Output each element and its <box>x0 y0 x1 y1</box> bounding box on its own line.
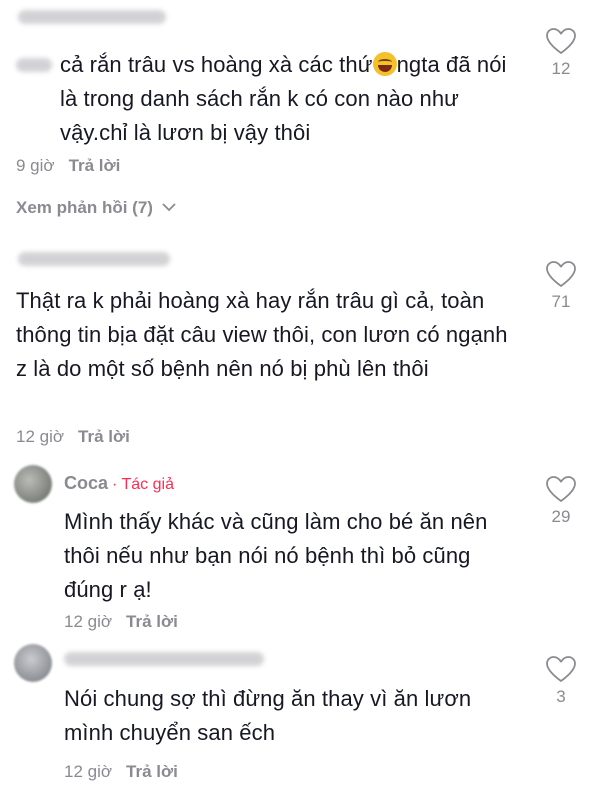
heart-icon <box>546 28 576 54</box>
reply-meta: 12 giờ Trả lời <box>64 612 178 632</box>
reply-button[interactable]: Trả lời <box>126 612 178 631</box>
like-button[interactable]: 12 <box>541 28 581 79</box>
reply-username[interactable]: Coca · Tác giả <box>64 473 174 494</box>
chevron-down-icon <box>162 203 176 212</box>
laughing-emoji-icon <box>372 52 397 76</box>
heart-icon <box>546 261 576 287</box>
reply-text: Mình thấy khác và cũng làm cho bé ăn nên… <box>64 509 488 602</box>
comment-text: Thật ra k phải hoàng xà hay rắn trâu gì … <box>16 288 508 381</box>
reply-time: 12 giờ <box>64 762 113 781</box>
like-button[interactable]: 71 <box>541 261 581 312</box>
author-badge: · Tác giả <box>112 476 174 493</box>
reply-meta: 12 giờ Trả lời <box>64 762 178 782</box>
reply-button[interactable]: Trả lời <box>78 427 130 446</box>
like-count: 29 <box>551 507 571 526</box>
view-replies-button[interactable]: Xem phản hồi (7) <box>16 198 176 218</box>
reply-button[interactable]: Trả lời <box>69 156 121 175</box>
comment-mention-blurred[interactable] <box>16 58 52 72</box>
like-count: 3 <box>556 687 566 706</box>
reply-time: 12 giờ <box>64 612 113 631</box>
reply-text: Nói chung sợ thì đừng ăn thay vì ăn lươn… <box>64 686 472 745</box>
comment-time: 12 giờ <box>16 427 65 446</box>
like-count: 71 <box>551 292 571 311</box>
comment-username-blurred[interactable] <box>18 10 166 24</box>
comment-meta: 12 giờ Trả lời <box>16 427 130 447</box>
heart-icon <box>546 476 576 502</box>
like-button[interactable]: 3 <box>541 656 581 707</box>
like-button[interactable]: 29 <box>541 476 581 527</box>
comment-text: cả rắn trâu vs hoàng xà các thứ ngta đã n… <box>60 52 507 145</box>
comment-meta: 9 giờ Trả lời <box>16 156 120 176</box>
like-count: 12 <box>551 59 571 78</box>
avatar[interactable] <box>14 465 52 503</box>
reply-button[interactable]: Trả lời <box>126 762 178 781</box>
heart-icon <box>546 656 576 682</box>
avatar[interactable] <box>14 644 52 682</box>
comment-username-blurred[interactable] <box>18 252 170 266</box>
comment-time: 9 giờ <box>16 156 55 175</box>
reply-username-blurred[interactable] <box>64 652 264 666</box>
